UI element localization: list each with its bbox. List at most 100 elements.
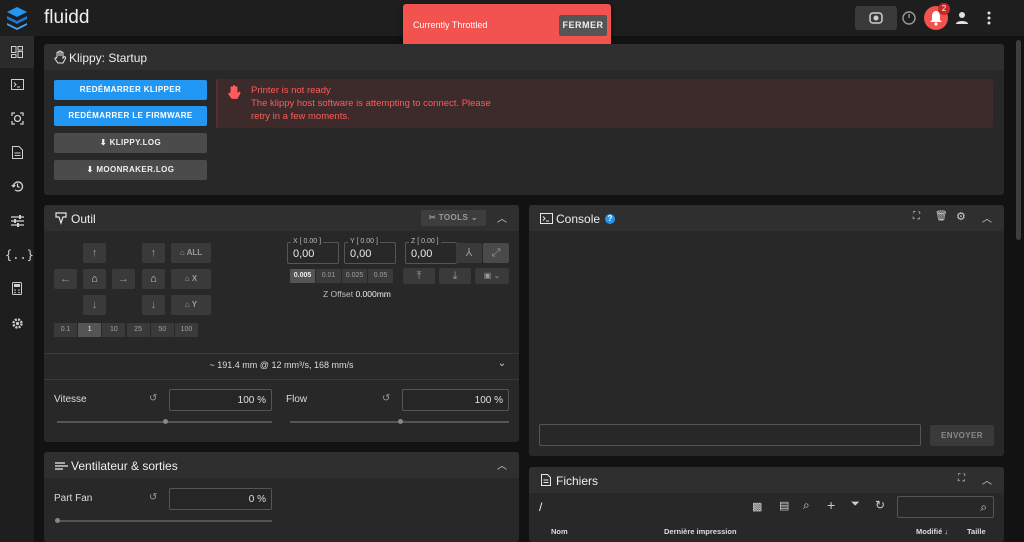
jog-y-minus-button[interactable]: ↓ [83,295,106,315]
column-header-modified[interactable]: Modifié ↓ [916,527,948,536]
z-step-option[interactable]: 0.01 [316,269,341,283]
absolute-positioning-button[interactable]: ⤢ [483,243,509,263]
home-all-button[interactable]: ⌂ ALL [171,243,211,263]
divider [44,353,519,354]
restart-firmware-button[interactable]: REDÉMARRER LE FIRMWARE [54,106,207,126]
search-icon[interactable]: ⌕ [803,498,810,513]
x-position-field[interactable]: X [ 0.00 ] 0,00 [287,238,339,264]
outil-card: Outil ✂ TOOLS ⌄ ︿ ↑ ↑ ⌂ ALL ← ⌂ → ⌂ ⌂ X … [44,205,519,442]
flow-label: Flow [286,394,308,405]
speed-slider-thumb[interactable] [162,419,168,424]
page-scrollbar[interactable] [1016,40,1021,240]
flow-input[interactable]: 100 % [402,389,509,411]
z-offset-up-button[interactable]: ⤒ [403,268,435,284]
files-card-header [529,467,1004,493]
step-option[interactable]: 0.1 [54,323,78,337]
x-position-value: 0,00 [293,248,315,260]
relative-positioning-button[interactable]: ⅄ [456,243,482,263]
collapse-chevron-up-icon[interactable]: ︿ [980,210,994,225]
z-step-option[interactable]: 0.025 [342,269,367,283]
home-all-label: ALL [186,248,203,257]
collapse-chevron-up-icon[interactable]: ︿ [980,472,994,487]
step-option[interactable]: 1 [78,323,102,337]
image-upload-icon[interactable]: ▩ [752,500,762,513]
filter-icon[interactable]: ⏷ [851,498,860,511]
z-offset-label: Z Offset [323,289,354,299]
help-icon[interactable]: ? [605,214,615,224]
camera-icon[interactable] [5,107,29,131]
printer-icon[interactable] [5,277,29,301]
y-position-field[interactable]: Y [ 0.00 ] 0,00 [344,238,396,264]
step-option[interactable]: 25 [126,323,150,337]
part-fan-label: Part Fan [54,493,93,504]
jog-x-minus-button[interactable]: ← [54,269,77,289]
home-xy-button[interactable]: ⌂ [83,269,106,289]
fluidd-logo-icon[interactable] [6,6,28,30]
home-x-button[interactable]: ⌂ X [171,269,211,289]
home-x-label: X [191,274,198,283]
fans-card-title: Ventilateur & sorties [71,459,178,473]
part-fan-slider-track[interactable] [57,520,272,522]
flow-slider-thumb[interactable] [397,419,403,424]
column-header-name[interactable]: Nom [551,527,568,536]
z-offset-save-button[interactable]: ▣ ⌄ [475,268,509,284]
tune-icon[interactable] [5,209,29,233]
part-fan-reset-icon[interactable]: ↺ [149,492,157,503]
toast-close-button[interactable]: FERMER [559,15,607,36]
fullscreen-icon[interactable]: ⛶ [913,211,920,222]
files-search-input[interactable]: ⌕ [897,496,994,518]
z-position-field[interactable]: Z [ 0.00 ] 0,00 [405,238,457,264]
trash-icon[interactable]: 🗑︎ [935,211,948,222]
speed-reset-icon[interactable]: ↺ [149,393,157,404]
power-icon[interactable] [897,6,921,30]
step-option[interactable]: 50 [150,323,174,337]
file-icon[interactable] [5,141,29,165]
home-icon: ⌂ [184,300,192,309]
console-icon[interactable] [5,73,29,97]
code-braces-icon[interactable]: {..} [5,243,34,267]
column-header-size[interactable]: Taille [967,527,986,536]
restart-klipper-button[interactable]: REDÉMARRER KLIPPER [54,80,207,100]
collapse-chevron-up-icon[interactable]: ︿ [495,457,509,472]
z-offset-down-button[interactable]: ⤓ [439,268,471,284]
add-icon[interactable]: + [827,497,835,513]
jog-y-plus-button[interactable]: ↑ [83,243,106,263]
hand-stop-icon [228,85,241,99]
z-step-option[interactable]: 0.005 [290,269,315,283]
refresh-icon[interactable]: ↻ [875,498,885,512]
gear-icon[interactable] [5,312,29,336]
z-position-label: Z [ 0.00 ] [409,238,441,245]
speed-input[interactable]: 100 % [169,389,272,411]
speed-value: 100 % [237,395,266,406]
gear-icon[interactable]: ⚙︎ [956,210,966,223]
step-option[interactable]: 100 [174,323,198,337]
home-y-button[interactable]: ⌂ Y [171,295,211,315]
alert-message-cont: retry in a few moments. [251,111,350,122]
klippy-card-header [44,44,1004,70]
history-icon[interactable] [5,175,29,199]
account-icon[interactable] [950,6,974,30]
fullscreen-icon[interactable]: ⛶ [958,473,965,484]
home-z-button[interactable]: ⌂ [142,269,165,289]
console-command-input[interactable] [539,424,921,446]
jog-z-plus-button[interactable]: ↑ [142,243,165,263]
part-fan-slider-thumb[interactable] [55,518,60,523]
klippy-log-button[interactable]: ⬇︎ KLIPPY.LOG [54,133,207,153]
send-command-button[interactable]: ENVOYER [930,425,994,446]
flow-reset-icon[interactable]: ↺ [382,393,390,404]
more-vertical-icon[interactable] [977,6,1001,30]
z-step-option[interactable]: 0.05 [368,269,393,283]
column-header-last-printed[interactable]: Dernière impression [664,527,737,536]
step-option[interactable]: 10 [102,323,126,337]
camera-toggle-button[interactable] [855,6,897,30]
jog-z-minus-button[interactable]: ↓ [142,295,165,315]
part-fan-input[interactable]: 0 % [169,488,272,510]
dashboard-icon[interactable] [5,40,29,64]
queue-icon[interactable]: ▤ [779,499,789,512]
jog-x-plus-button[interactable]: → [112,269,135,289]
tools-menu-button[interactable]: ✂ TOOLS ⌄ [421,210,486,226]
app-title: fluidd [44,7,90,28]
extruder-expand-chevron-icon[interactable]: ⌄ [495,358,509,369]
collapse-chevron-up-icon[interactable]: ︿ [495,210,509,226]
moonraker-log-button[interactable]: ⬇︎ MOONRAKER.LOG [54,160,207,180]
